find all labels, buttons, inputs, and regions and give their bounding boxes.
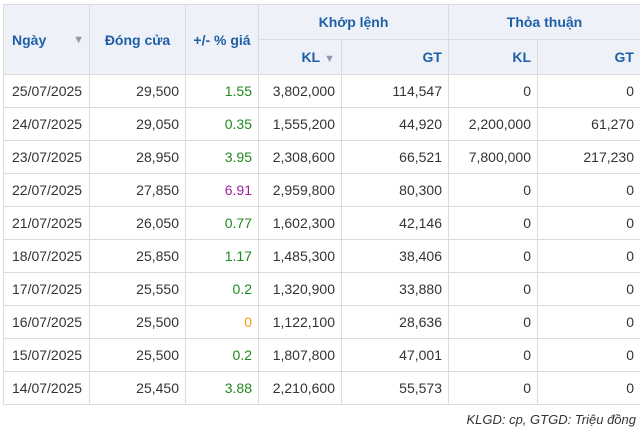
cell-date: 14/07/2025 <box>3 371 90 405</box>
cell-date: 23/07/2025 <box>3 140 90 174</box>
table-row: 18/07/2025 25,850 1.17 1,485,300 38,406 0 0 <box>3 239 640 273</box>
table-row: 21/07/2025 26,050 0.77 1,602,300 42,146 0 0 <box>3 206 640 240</box>
cell-negotiated-value: 0 <box>537 206 640 240</box>
column-header-close[interactable]: Đóng cửa <box>89 4 186 75</box>
cell-negotiated-value: 0 <box>537 305 640 339</box>
cell-change: 1.55 <box>185 74 259 108</box>
cell-negotiated-volume: 0 <box>448 74 538 108</box>
cell-date: 15/07/2025 <box>3 338 90 372</box>
cell-matched-volume: 1,320,900 <box>258 272 342 306</box>
column-header-matched-volume[interactable]: KL ▼ <box>258 39 342 75</box>
sort-down-icon[interactable]: ▼ <box>324 53 335 65</box>
cell-close: 25,450 <box>89 371 186 405</box>
cell-matched-value: 80,300 <box>341 173 449 207</box>
cell-negotiated-volume: 0 <box>448 239 538 273</box>
cell-close: 25,550 <box>89 272 186 306</box>
column-header-date[interactable]: Ngày ▼ <box>3 4 90 75</box>
cell-negotiated-value: 0 <box>537 338 640 372</box>
cell-close: 29,050 <box>89 107 186 141</box>
column-header-matched-volume-label: KL <box>301 49 321 65</box>
cell-negotiated-value: 0 <box>537 173 640 207</box>
cell-negotiated-volume: 7,800,000 <box>448 140 538 174</box>
cell-change: 6.91 <box>185 173 259 207</box>
cell-matched-value: 44,920 <box>341 107 449 141</box>
table-row: 24/07/2025 29,050 0.35 1,555,200 44,920 2,200… <box>3 107 640 141</box>
cell-matched-value: 66,521 <box>341 140 449 174</box>
cell-close: 29,500 <box>89 74 186 108</box>
cell-date: 21/07/2025 <box>3 206 90 240</box>
cell-change: 0 <box>185 305 259 339</box>
column-header-matched-value[interactable]: GT <box>341 39 449 75</box>
cell-matched-value: 42,146 <box>341 206 449 240</box>
cell-change: 0.77 <box>185 206 259 240</box>
cell-negotiated-value: 0 <box>537 272 640 306</box>
cell-negotiated-value: 217,230 <box>537 140 640 174</box>
cell-date: 16/07/2025 <box>3 305 90 339</box>
table-row: 16/07/2025 25,500 0 1,122,100 28,636 0 0 <box>3 305 640 339</box>
cell-close: 26,050 <box>89 206 186 240</box>
group-header-matched: Khớp lệnh <box>258 4 449 40</box>
cell-matched-volume: 1,122,100 <box>258 305 342 339</box>
cell-matched-value: 33,880 <box>341 272 449 306</box>
cell-change: 1.17 <box>185 239 259 273</box>
table-row: 25/07/2025 29,500 1.55 3,802,000 114,547 0 0 <box>3 74 640 108</box>
group-header-negotiated: Thỏa thuận <box>448 4 640 40</box>
cell-negotiated-volume: 0 <box>448 371 538 405</box>
column-header-negotiated-value[interactable]: GT <box>537 39 640 75</box>
cell-change: 3.88 <box>185 371 259 405</box>
cell-matched-value: 55,573 <box>341 371 449 405</box>
cell-negotiated-value: 61,270 <box>537 107 640 141</box>
cell-change: 3.95 <box>185 140 259 174</box>
cell-matched-value: 114,547 <box>341 74 449 108</box>
table-row: 22/07/2025 27,850 6.91 2,959,800 80,300 0 0 <box>3 173 640 207</box>
cell-negotiated-volume: 0 <box>448 206 538 240</box>
cell-close: 25,850 <box>89 239 186 273</box>
cell-date: 25/07/2025 <box>3 74 90 108</box>
cell-matched-volume: 2,959,800 <box>258 173 342 207</box>
cell-matched-volume: 1,555,200 <box>258 107 342 141</box>
cell-date: 17/07/2025 <box>3 272 90 306</box>
table-row: 14/07/2025 25,450 3.88 2,210,600 55,573 0 0 <box>3 371 640 405</box>
cell-date: 24/07/2025 <box>3 107 90 141</box>
cell-matched-volume: 1,602,300 <box>258 206 342 240</box>
cell-negotiated-value: 0 <box>537 74 640 108</box>
table-row: 23/07/2025 28,950 3.95 2,308,600 66,521 7,800… <box>3 140 640 174</box>
cell-matched-value: 28,636 <box>341 305 449 339</box>
cell-matched-value: 47,001 <box>341 338 449 372</box>
cell-negotiated-value: 0 <box>537 239 640 273</box>
cell-close: 25,500 <box>89 305 186 339</box>
cell-negotiated-volume: 2,200,000 <box>448 107 538 141</box>
cell-matched-volume: 2,308,600 <box>258 140 342 174</box>
cell-close: 25,500 <box>89 338 186 372</box>
cell-negotiated-volume: 0 <box>448 272 538 306</box>
cell-matched-value: 38,406 <box>341 239 449 273</box>
cell-close: 27,850 <box>89 173 186 207</box>
cell-close: 28,950 <box>89 140 186 174</box>
cell-date: 18/07/2025 <box>3 239 90 273</box>
column-header-change[interactable]: +/- % giá <box>185 4 259 75</box>
cell-negotiated-value: 0 <box>537 371 640 405</box>
cell-matched-volume: 3,802,000 <box>258 74 342 108</box>
column-header-date-label: Ngày <box>12 31 47 48</box>
cell-date: 22/07/2025 <box>3 173 90 207</box>
table-row: 17/07/2025 25,550 0.2 1,320,900 33,880 0 0 <box>3 272 640 306</box>
sort-down-icon[interactable]: ▼ <box>73 34 84 46</box>
cell-change: 0.2 <box>185 272 259 306</box>
column-header-negotiated-volume[interactable]: KL <box>448 39 538 75</box>
price-history-table: Ngày ▼ Đóng cửa +/- % giá Khớp lệnh Thỏa … <box>3 4 640 405</box>
table-row: 15/07/2025 25,500 0.2 1,807,800 47,001 0 0 <box>3 338 640 372</box>
cell-negotiated-volume: 0 <box>448 338 538 372</box>
cell-matched-volume: 1,485,300 <box>258 239 342 273</box>
cell-matched-volume: 1,807,800 <box>258 338 342 372</box>
cell-negotiated-volume: 0 <box>448 305 538 339</box>
cell-negotiated-volume: 0 <box>448 173 538 207</box>
cell-change: 0.35 <box>185 107 259 141</box>
cell-matched-volume: 2,210,600 <box>258 371 342 405</box>
units-note: KLGD: cp, GTGD: Triệu đồng <box>466 412 636 427</box>
cell-change: 0.2 <box>185 338 259 372</box>
